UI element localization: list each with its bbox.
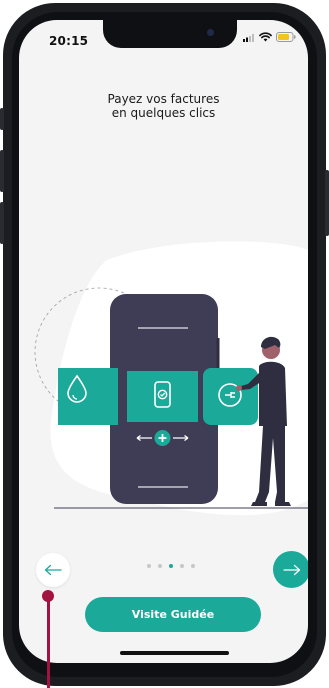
title-line-2: en quelques clics	[111, 106, 216, 120]
notch	[103, 20, 237, 48]
annotation-marker	[42, 590, 54, 602]
mute-switch	[0, 108, 4, 130]
arrow-left-icon	[44, 564, 62, 576]
pagination-dots	[147, 564, 195, 568]
app-screen: 20:15 Payez vos factures en quelques cli	[19, 20, 308, 663]
pagination-dot-active[interactable]	[169, 564, 173, 568]
wifi-icon	[259, 32, 272, 42]
bill-card-center	[127, 371, 198, 422]
arrow-right-icon	[282, 564, 300, 575]
volume-down-button	[0, 202, 4, 244]
pagination-dot[interactable]	[180, 564, 184, 568]
bill-card-water	[58, 368, 118, 425]
annotation-line	[47, 597, 50, 688]
volume-up-button	[0, 150, 4, 192]
title-line-1: Payez vos factures	[107, 92, 220, 106]
previous-button[interactable]	[36, 553, 70, 587]
home-indicator	[120, 651, 229, 655]
onboarding-title: Payez vos factures en quelques clics	[19, 92, 308, 120]
pagination-dot[interactable]	[158, 564, 162, 568]
power-button	[325, 170, 329, 236]
onboarding-illustration	[34, 241, 308, 516]
signal-icon	[243, 33, 254, 42]
status-icons	[243, 32, 296, 42]
pagination-dot[interactable]	[191, 564, 195, 568]
status-time: 20:15	[49, 34, 89, 48]
guided-tour-button[interactable]: Visite Guidée	[85, 597, 261, 632]
page: 20:15 Payez vos factures en quelques cli	[0, 0, 329, 688]
battery-icon	[276, 32, 296, 42]
pagination-dot[interactable]	[147, 564, 151, 568]
next-button[interactable]	[273, 551, 308, 588]
camera-dot	[207, 29, 214, 36]
